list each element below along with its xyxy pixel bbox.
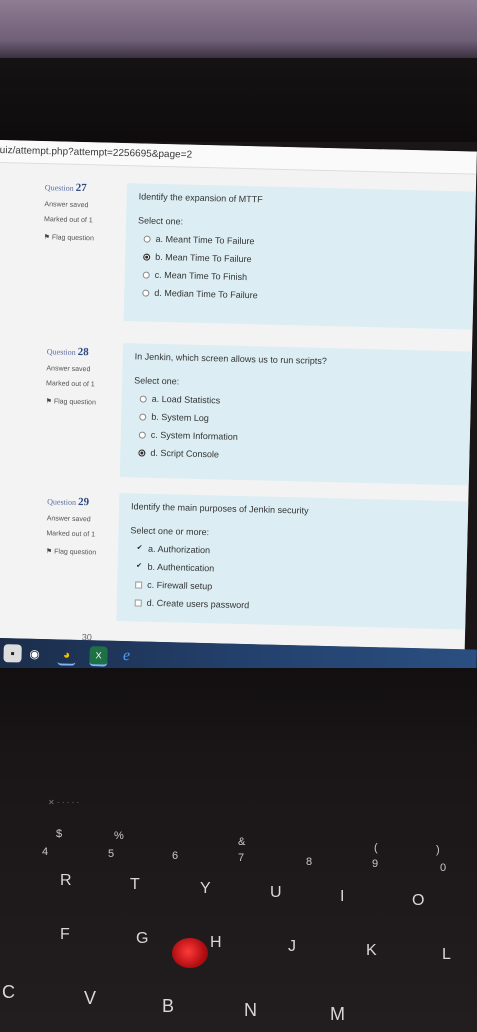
flag-question-link[interactable]: ⚑ Flag question bbox=[46, 397, 126, 407]
option-c[interactable]: c. Mean Time To Finish bbox=[137, 269, 462, 287]
key-7[interactable]: 7 bbox=[238, 852, 244, 864]
key-5[interactable]: 5 bbox=[108, 848, 114, 860]
option-a[interactable]: a. Meant Time To Failure bbox=[138, 233, 463, 251]
select-label: Select one or more: bbox=[130, 525, 210, 538]
key-6[interactable]: 6 bbox=[172, 850, 178, 862]
radio-button-selected[interactable] bbox=[143, 253, 151, 261]
option-b[interactable]: b. Mean Time To Failure bbox=[137, 251, 462, 269]
flag-question-link[interactable]: ⚑ Flag question bbox=[46, 547, 126, 557]
key-v[interactable]: V bbox=[84, 988, 96, 1009]
internet-explorer-icon[interactable]: e bbox=[117, 647, 135, 665]
key-g[interactable]: G bbox=[136, 930, 148, 948]
background-wall bbox=[0, 0, 477, 58]
flag-icon: ⚑ bbox=[45, 398, 52, 406]
key-9-symbol[interactable]: ( bbox=[374, 842, 378, 854]
question-number: Question 27 bbox=[44, 181, 87, 195]
key-f[interactable]: F bbox=[60, 926, 70, 944]
select-label: Select one: bbox=[134, 375, 180, 387]
question-content: Identify the expansion of MTTF Select on… bbox=[123, 183, 476, 330]
edge-chromium-icon[interactable]: ◉ bbox=[25, 645, 43, 663]
monitor-screen: uiz/attempt.php?attempt=2256695&page=2 Q… bbox=[0, 140, 477, 650]
key-5-symbol[interactable]: % bbox=[114, 830, 124, 842]
question-number: Question 28 bbox=[46, 345, 89, 359]
option-a[interactable]: a. Load Statistics bbox=[134, 393, 459, 411]
key-m[interactable]: M bbox=[330, 1004, 345, 1025]
radio-button[interactable] bbox=[142, 289, 150, 297]
question-text: In Jenkin, which screen allows us to run… bbox=[134, 351, 327, 367]
flag-question-link[interactable]: ⚑ Flag question bbox=[44, 233, 124, 243]
question-info: Question 27 Answer saved Marked out of 1… bbox=[44, 181, 125, 243]
radio-button-selected[interactable] bbox=[138, 448, 146, 457]
marked-out-of: Marked out of 1 bbox=[46, 530, 96, 539]
key-8[interactable]: 8 bbox=[306, 856, 312, 868]
question-content: Identify the main purposes of Jenkin sec… bbox=[116, 493, 469, 630]
key-k[interactable]: K bbox=[366, 942, 377, 960]
key-u[interactable]: U bbox=[270, 884, 282, 902]
radio-button[interactable] bbox=[139, 412, 147, 421]
key-4[interactable]: 4 bbox=[42, 846, 48, 858]
marked-out-of: Marked out of 1 bbox=[45, 380, 95, 389]
question-content: In Jenkin, which screen allows us to run… bbox=[119, 343, 472, 486]
key-9[interactable]: 9 bbox=[372, 858, 378, 870]
key-o[interactable]: O bbox=[412, 892, 424, 910]
question-29: Question 29 Answer saved Marked out of 1… bbox=[0, 490, 469, 642]
key-y[interactable]: Y bbox=[200, 880, 211, 898]
flag-icon: ⚑ bbox=[43, 234, 50, 242]
checkbox[interactable] bbox=[134, 598, 142, 607]
answer-status: Answer saved bbox=[44, 201, 89, 210]
option-c[interactable]: c. Firewall setup bbox=[129, 579, 454, 597]
question-info: Question 28 Answer saved Marked out of 1… bbox=[46, 345, 127, 407]
key-c[interactable]: C bbox=[2, 982, 15, 1003]
key-0[interactable]: 0 bbox=[440, 862, 446, 874]
key-r[interactable]: R bbox=[60, 872, 72, 890]
option-d[interactable]: d. Create users password bbox=[129, 597, 454, 615]
key-n[interactable]: N bbox=[244, 1000, 257, 1021]
key-i[interactable]: I bbox=[340, 888, 344, 906]
key-7-symbol[interactable]: & bbox=[238, 836, 245, 848]
radio-button[interactable] bbox=[142, 271, 150, 279]
option-d[interactable]: d. Median Time To Failure bbox=[136, 287, 461, 305]
checkbox-checked[interactable]: ✔ bbox=[136, 544, 143, 552]
radio-button[interactable] bbox=[143, 235, 151, 243]
option-a[interactable]: ✔ a. Authorization bbox=[130, 543, 455, 561]
option-b[interactable]: ✔ b. Authentication bbox=[130, 561, 455, 579]
laptop-keyboard-area: ✕ · · · · · bbox=[0, 668, 477, 1032]
option-b[interactable]: b. System Log bbox=[133, 411, 458, 429]
option-d[interactable]: d. Script Console bbox=[132, 447, 457, 465]
function-key-row: ✕ · · · · · bbox=[48, 798, 80, 807]
question-info: Question 29 Answer saved Marked out of 1… bbox=[46, 495, 127, 557]
chrome-icon[interactable]: ◕ bbox=[57, 645, 76, 666]
option-c[interactable]: c. System Information bbox=[133, 429, 458, 447]
question-27: Question 27 Answer saved Marked out of 1… bbox=[0, 162, 476, 344]
question-text: Identify the main purposes of Jenkin sec… bbox=[130, 501, 309, 516]
key-t[interactable]: T bbox=[130, 876, 140, 894]
key-4-symbol[interactable]: $ bbox=[56, 828, 62, 840]
question-text: Identify the expansion of MTTF bbox=[138, 191, 263, 205]
radio-button[interactable] bbox=[139, 394, 147, 403]
key-h[interactable]: H bbox=[210, 934, 222, 952]
key-b[interactable]: B bbox=[162, 996, 174, 1017]
select-label: Select one: bbox=[137, 215, 184, 227]
key-0-symbol[interactable]: ) bbox=[436, 844, 440, 856]
checkbox-checked[interactable]: ✔ bbox=[136, 562, 143, 570]
radio-button[interactable] bbox=[138, 430, 146, 439]
key-l[interactable]: L bbox=[442, 946, 451, 964]
start-icon[interactable]: ▪ bbox=[3, 644, 22, 663]
question-number: Question 29 bbox=[47, 496, 90, 509]
excel-icon[interactable]: X bbox=[89, 646, 108, 667]
checkbox[interactable] bbox=[135, 580, 143, 589]
monitor-bezel bbox=[0, 58, 477, 142]
flag-icon: ⚑ bbox=[45, 548, 53, 556]
question-28: Question 28 Answer saved Marked out of 1… bbox=[0, 336, 472, 498]
answer-status: Answer saved bbox=[46, 365, 91, 374]
trackpoint-button[interactable] bbox=[172, 938, 208, 968]
key-j[interactable]: J bbox=[288, 938, 296, 956]
marked-out-of: Marked out of 1 bbox=[43, 216, 93, 225]
answer-status: Answer saved bbox=[46, 515, 91, 524]
